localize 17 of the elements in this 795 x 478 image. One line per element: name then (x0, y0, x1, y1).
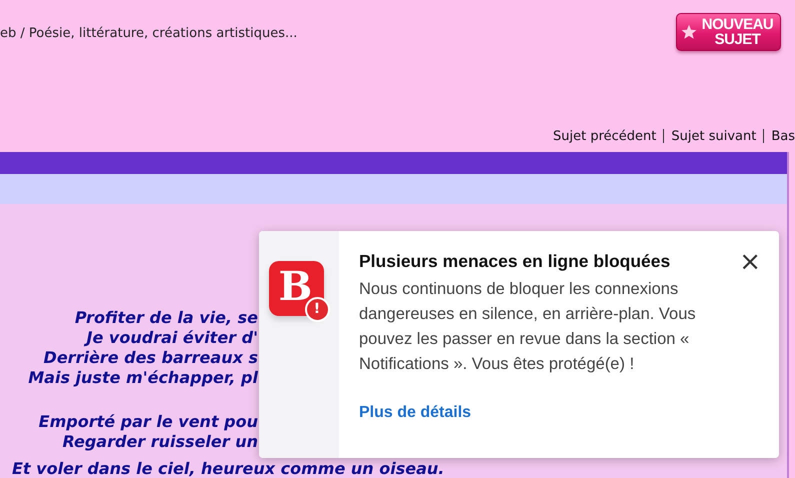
poem-line: Mais juste m'échapper, pl (28, 368, 258, 388)
new-topic-button[interactable]: NOUVEAU SUJET (676, 13, 781, 51)
poem-line: Regarder ruisseler un (62, 432, 258, 452)
poem-line: Emporté par le vent pou (38, 412, 258, 432)
notification-message: Nous continuons de bloquer les connexions dangereuses en silence, en arrière-plan. Vous pouvez les passer en revue dans la section « Notifications ». Vous êtes protégé(e) ! (359, 279, 697, 375)
nav-link[interactable]: Sujet précédent (553, 128, 656, 144)
details-link[interactable]: Plus de détails (359, 404, 749, 422)
nav-link[interactable]: Sujet suivant (671, 128, 756, 144)
star-icon (681, 24, 697, 40)
breadcrumb: eb / Poésie, littérature, créations artistiques... (0, 26, 298, 41)
poem-line: Je voudrai éviter d' (86, 328, 258, 348)
poem-line: Derrière des barreaux s (44, 348, 258, 368)
poem-line: Profiter de la vie, se (74, 308, 258, 328)
nav-link[interactable]: Bas (771, 128, 795, 144)
notification-title: Plusieurs menaces en ligne bloquées (359, 251, 672, 272)
poem-line: Et voler dans le ciel, heureux comme un oiseau. (12, 459, 444, 478)
close-button[interactable]: × (739, 249, 761, 275)
